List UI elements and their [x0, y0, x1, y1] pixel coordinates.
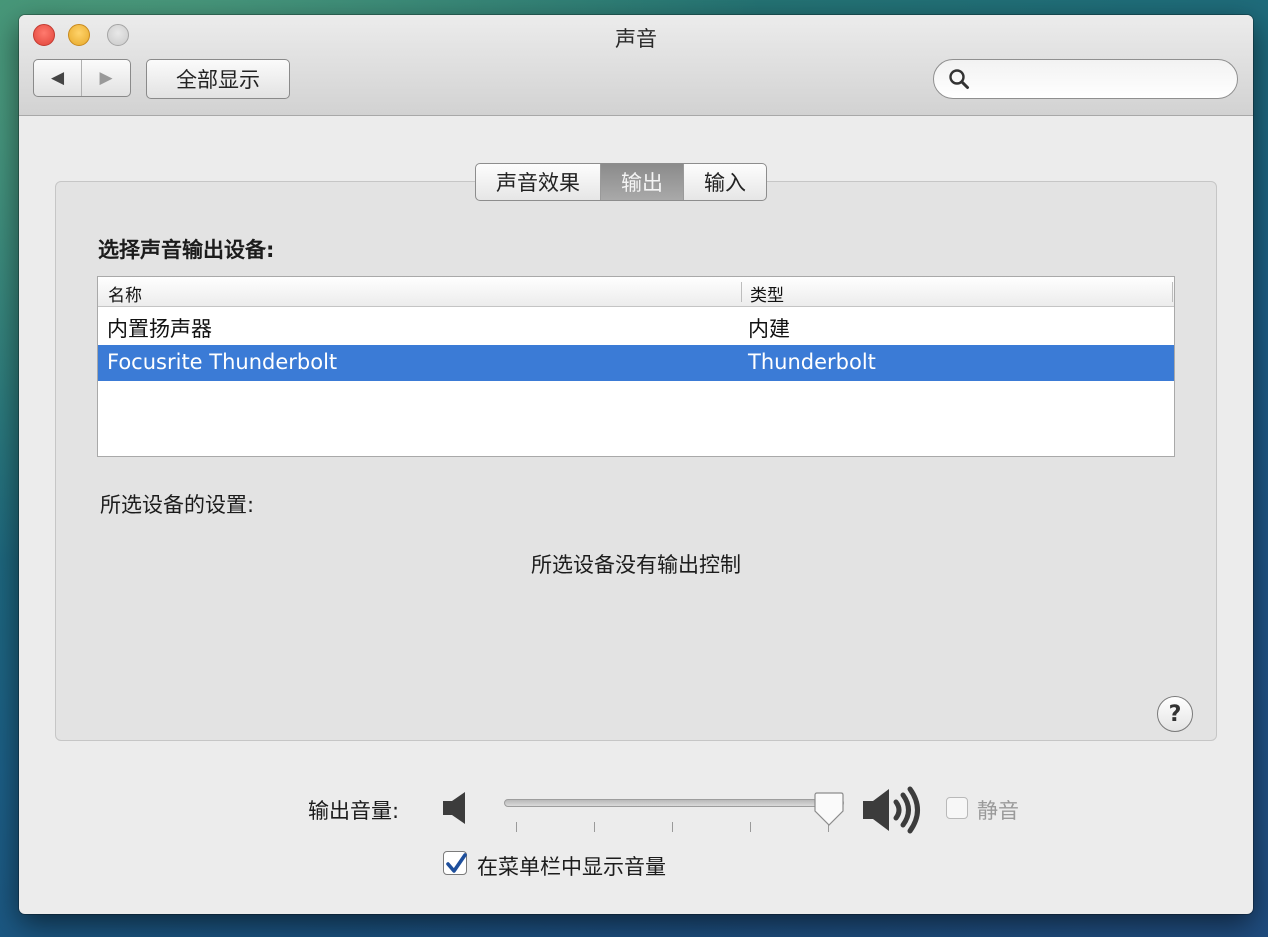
table-row-selected[interactable]: Focusrite Thunderbolt Thunderbolt [98, 345, 1174, 381]
show-volume-in-menu-bar-label: 在菜单栏中显示音量 [477, 855, 666, 879]
system-preferences-window: 声音 ◀ ▶ 全部显示 选择声音输出设备: 名称 类型 内置扬声器 内建 Foc… [19, 15, 1253, 914]
column-divider [741, 282, 742, 302]
mute-label: 静音 [977, 799, 1019, 823]
no-output-control-message: 所选设备没有输出控制 [531, 553, 741, 577]
titlebar: 声音 ◀ ▶ 全部显示 [19, 15, 1253, 116]
checkmark-icon [446, 853, 467, 873]
back-button[interactable]: ◀ [34, 60, 83, 96]
sound-tabs: 声音效果 输出 输入 [475, 163, 767, 201]
search-icon [949, 69, 969, 89]
slider-tick [594, 822, 595, 832]
speaker-low-icon [443, 792, 465, 824]
show-all-button[interactable]: 全部显示 [146, 59, 290, 99]
help-button[interactable]: ? [1157, 696, 1193, 732]
slider-tick [750, 822, 751, 832]
window-title: 声音 [615, 27, 657, 51]
device-name-cell: Focusrite Thunderbolt [107, 350, 338, 374]
mute-checkbox[interactable] [946, 797, 968, 819]
tab-sound-effects[interactable]: 声音效果 [476, 164, 601, 200]
output-panel: 选择声音输出设备: 名称 类型 内置扬声器 内建 Focusrite Thund… [55, 181, 1217, 741]
forward-button[interactable]: ▶ [82, 60, 130, 96]
device-type-cell: Thunderbolt [748, 350, 876, 374]
back-arrow-icon: ◀ [50, 68, 65, 88]
table-header: 名称 类型 [98, 277, 1174, 307]
device-type-cell: 内建 [748, 317, 790, 341]
search-field[interactable] [933, 59, 1238, 99]
volume-slider[interactable] [504, 799, 844, 807]
search-input[interactable] [978, 67, 1228, 93]
selected-device-settings-label: 所选设备的设置: [100, 493, 255, 517]
tab-output[interactable]: 输出 [601, 164, 684, 200]
speaker-high-icon [863, 786, 920, 834]
forward-arrow-icon: ▶ [99, 68, 113, 88]
slider-tick [516, 822, 517, 832]
column-header-type[interactable]: 类型 [750, 281, 784, 306]
column-divider [1172, 282, 1173, 302]
select-output-device-label: 选择声音输出设备: [98, 238, 275, 262]
show-volume-in-menu-bar-checkbox[interactable] [443, 851, 467, 875]
output-device-table: 名称 类型 内置扬声器 内建 Focusrite Thunderbolt Thu… [97, 276, 1175, 457]
table-row[interactable]: 内置扬声器 内建 [98, 308, 1174, 344]
output-volume-label: 输出音量: [308, 799, 400, 823]
device-name-cell: 内置扬声器 [107, 317, 212, 341]
navigation-buttons: ◀ ▶ [33, 59, 131, 97]
volume-slider-thumb[interactable] [814, 791, 844, 827]
column-header-name[interactable]: 名称 [108, 281, 142, 306]
tab-input[interactable]: 输入 [684, 164, 766, 200]
slider-tick [672, 822, 673, 832]
